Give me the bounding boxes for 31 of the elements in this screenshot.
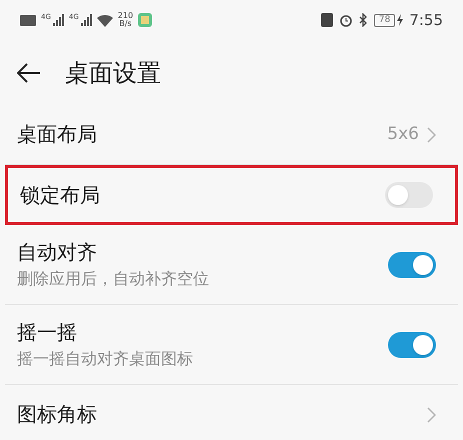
- settings-row[interactable]: 摇一摇 摇一摇自动对齐桌面图标: [5, 305, 458, 385]
- charging-icon: [397, 14, 404, 26]
- row-subtitle: 摇一摇自动对齐桌面图标: [17, 349, 193, 369]
- row-title: 锁定布局: [20, 182, 100, 208]
- toggle-switch[interactable]: [388, 252, 436, 278]
- row-subtitle: 删除应用后，自动补齐空位: [17, 269, 209, 289]
- toggle-switch[interactable]: [385, 182, 433, 208]
- app-icon: [138, 13, 152, 27]
- settings-row[interactable]: 锁定布局: [5, 165, 458, 225]
- wifi-icon: [96, 14, 113, 26]
- row-title: 图标角标: [17, 402, 97, 427]
- chevron-icon: [427, 406, 436, 422]
- settings-row[interactable]: 桌面布局 5x6: [5, 105, 458, 165]
- toggle-switch[interactable]: [388, 332, 436, 358]
- signal-icon: [52, 14, 64, 26]
- settings-row[interactable]: 图标角标: [5, 385, 458, 440]
- speed-unit: B/s: [119, 20, 132, 28]
- row-title: 自动对齐: [17, 240, 98, 265]
- back-icon[interactable]: [17, 62, 41, 82]
- row-title: 摇一摇: [17, 320, 78, 345]
- settings-row[interactable]: 自动对齐 删除应用后，自动补齐空位: [5, 225, 458, 305]
- clock: 7:55: [409, 10, 443, 31]
- row-title: 桌面布局: [17, 122, 97, 147]
- signal-icon: [80, 14, 92, 26]
- chevron-icon: [427, 126, 436, 142]
- row-value: 5x6: [387, 122, 419, 146]
- alarm-icon: [338, 13, 353, 27]
- page-title: 桌面设置: [65, 58, 161, 88]
- bluetooth-icon: [358, 13, 368, 27]
- battery-level: 78: [374, 14, 396, 26]
- speed-value: 210: [118, 12, 134, 20]
